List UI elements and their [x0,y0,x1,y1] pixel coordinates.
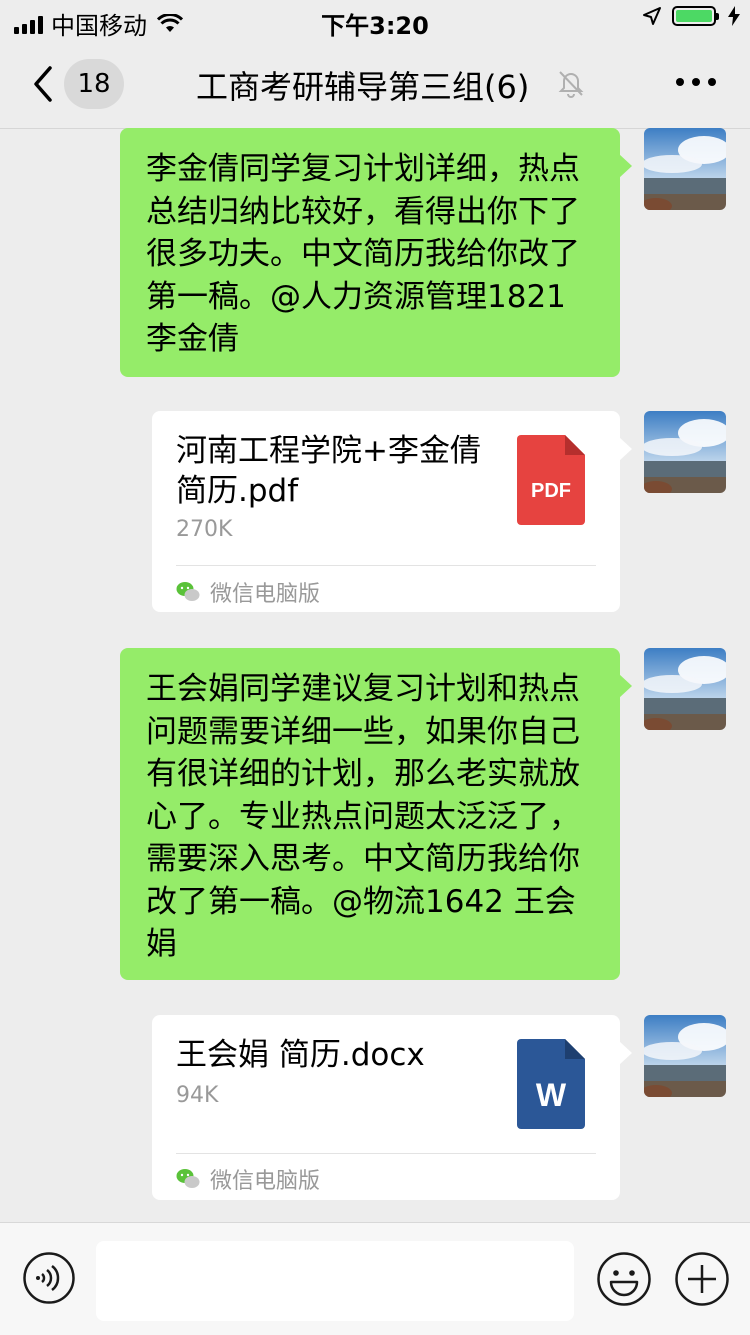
avatar[interactable] [644,648,726,730]
message-text: 王会娟同学建议复习计划和热点问题需要详细一些，如果你自己有很详细的计划，那么老实… [146,671,580,962]
file-message-card[interactable]: 王会娟 简历.docx 94K W 微信电脑版 [152,1015,632,1200]
voice-input-icon[interactable] [22,1251,76,1305]
chat-input-bar [0,1222,750,1335]
file-size: 94K [176,1083,219,1108]
file-name: 王会娟 简历.docx [176,1037,425,1073]
status-bar: 中国移动 下午3:20 [0,0,750,40]
back-arrow-icon[interactable] [28,62,58,106]
word-icon-label: W [536,1077,567,1113]
message-text: 李金倩同学复习计划详细，热点总结归纳比较好，看得出你下了很多功夫。中文简历我给你… [146,151,580,357]
message-input[interactable] [96,1241,574,1321]
emoji-icon[interactable] [596,1251,652,1307]
file-source-label: 微信电脑版 [210,1169,321,1194]
word-icon: W [517,1039,585,1129]
message-bubble[interactable]: 王会娟同学建议复习计划和热点问题需要详细一些，如果你自己有很详细的计划，那么老实… [120,648,632,980]
file-name: 河南工程学院+李金倩简历.pdf [176,433,481,509]
muted-bell-icon [558,71,584,98]
charging-bolt-icon [728,6,740,26]
wechat-logo-icon [176,1169,200,1188]
message-bubble[interactable]: 李金倩同学复习计划详细，热点总结归纳比较好，看得出你下了很多功夫。中文简历我给你… [120,128,632,377]
avatar[interactable] [644,128,726,210]
unread-count-badge[interactable]: 18 [64,59,124,109]
chat-header: 18 工商考研辅导第三组(6) [0,40,750,129]
add-attachment-icon[interactable] [674,1251,730,1307]
more-options-button[interactable] [676,78,716,86]
file-message-card[interactable]: 河南工程学院+李金倩简历.pdf 270K PDF 微信电脑版 [152,411,632,612]
battery-icon [672,6,719,26]
file-source-label: 微信电脑版 [210,582,321,607]
wechat-logo-icon [176,582,200,601]
chat-title: 工商考研辅导第三组(6) [196,68,530,106]
pdf-icon-label: PDF [531,480,571,502]
avatar[interactable] [644,411,726,493]
clock: 下午3:20 [321,12,429,40]
location-arrow-icon [643,7,661,25]
avatar[interactable] [644,1015,726,1097]
divider [176,565,596,566]
file-size: 270K [176,517,233,542]
divider [176,1153,596,1154]
pdf-icon: PDF [517,435,585,525]
